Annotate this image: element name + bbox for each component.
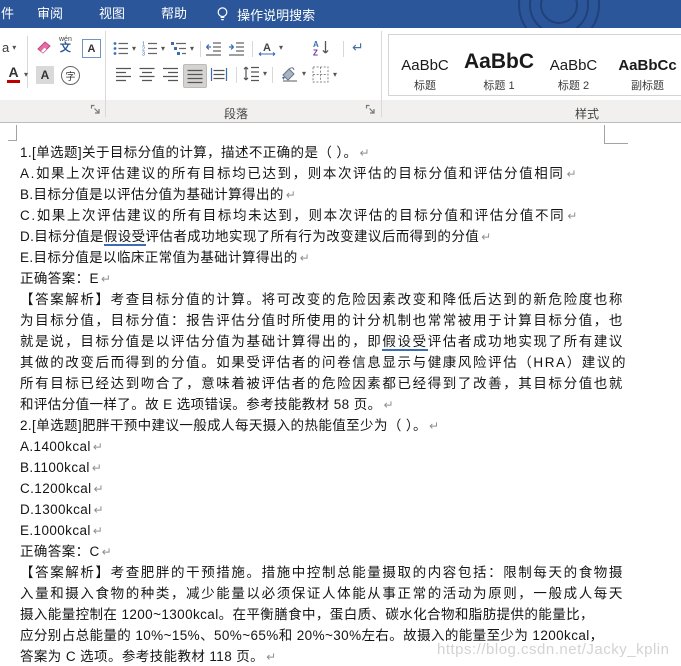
doc-line: 入量和摄入食物的种类，减少能量以必须保证人体能从事正常的活动为原则，一般成人每天 [20, 586, 624, 601]
character-border-button[interactable]: A [82, 39, 101, 58]
bullets-button[interactable]: ▾ [113, 41, 136, 56]
numbered-list-icon: 123 [142, 41, 158, 56]
style-heading[interactable]: AaBbC 标题 [389, 35, 461, 95]
change-case-button[interactable]: a ▾ [2, 40, 16, 55]
multilevel-list-icon [171, 41, 187, 56]
character-shading-button[interactable]: A [36, 66, 54, 84]
decrease-indent-button[interactable] [205, 41, 222, 56]
enclose-characters-icon: 字 [61, 66, 80, 85]
doc-line: B.目标分值是以评估分值为基础计算得出的 ↵ [20, 187, 296, 202]
style-heading-2[interactable]: AaBbC 标题 2 [537, 35, 610, 95]
doc-line: B.1100kcal ↵ [20, 460, 102, 475]
multilevel-list-button[interactable]: ▾ [171, 41, 194, 56]
paragraph-dialog-launcher[interactable] [365, 104, 376, 115]
doc-line: C.1200kcal ↵ [20, 481, 104, 496]
text-boundary-mark [604, 125, 605, 143]
svg-text:3: 3 [142, 52, 145, 56]
justify-icon [187, 69, 203, 84]
borders-icon [312, 66, 329, 83]
tell-me-label: 操作说明搜索 [237, 7, 316, 23]
phonetic-guide-button[interactable]: wén 文 [59, 36, 72, 54]
doc-line: 正确答案：E ↵ [20, 271, 111, 286]
doc-line: 其做的改变后而得到的分值。如果受评估者的问卷信息显示与健康风险评估（HRA）建议… [20, 355, 628, 370]
style-heading-1[interactable]: AaBbC 标题 1 [461, 35, 537, 95]
line-spacing-icon [243, 65, 260, 82]
enclose-characters-button[interactable]: 字 [61, 66, 80, 85]
ribbon: a ▾ wén 文 A A ▾ A 字 ▾ 1 2 3 ▾ ▾ A ▾ A Z … [0, 28, 681, 123]
tab-review[interactable]: 审阅 [25, 0, 75, 28]
styles-gallery: AaBbC 标题 AaBbC 标题 1 AaBbC 标题 2 AaBbCc 副标… [388, 34, 681, 96]
increase-indent-button[interactable] [228, 41, 245, 56]
doc-line: D.目标分值是假设受评估者成功地实现了所有行为改变建议后而得到的分值 ↵ [20, 229, 492, 246]
svg-text:Z: Z [313, 49, 318, 57]
tab-help[interactable]: 帮助 [149, 0, 199, 28]
show-hide-marks-button[interactable]: ↵ [352, 40, 364, 54]
clear-formatting-button[interactable] [34, 38, 54, 56]
align-right-icon [162, 67, 178, 82]
align-left-icon [116, 67, 132, 82]
styles-group-label: 样式 [575, 107, 600, 121]
doc-line: C.如果上次评估建议的所有目标均未达到，则本次评估的目标分值和评估分值不同 ↵ [20, 208, 578, 223]
tab-mailings-partial[interactable]: 件 [0, 0, 18, 28]
increase-indent-icon [228, 41, 245, 56]
paragraph-group-label: 段落 [224, 107, 249, 121]
doc-line: E.1000kcal ↵ [20, 523, 103, 538]
doc-line: 1.[单选题]关于目标分值的计算，描述不正确的是（ ）。 ↵ [20, 145, 370, 160]
csdn-watermark: https://blog.csdn.net/Jacky_kplin [437, 641, 670, 658]
paint-bucket-icon [279, 65, 299, 83]
svg-text:A: A [263, 42, 271, 54]
shading-button[interactable]: ▾ [279, 65, 306, 83]
align-right-button[interactable] [162, 67, 178, 82]
asian-layout-icon: A [258, 39, 276, 56]
doc-line: 就是说，目标分值是以评估分值为基础计算得出的，即假设受评估者成功地实现了所有建议 [20, 334, 625, 351]
tell-me-search[interactable]: 操作说明搜索 [215, 5, 315, 24]
doc-line: A.1400kcal ↵ [20, 439, 103, 454]
align-left-button[interactable] [116, 67, 132, 82]
doc-line: D.1300kcal ↵ [20, 502, 104, 517]
font-dialog-launcher[interactable] [90, 104, 101, 115]
document-text: 1.[单选题]关于目标分值的计算，描述不正确的是（ ）。 ↵ A.如果上次评估建议… [20, 142, 680, 666]
paragraph-mark-icon: ↵ [352, 39, 364, 55]
doc-line: 和评估分值一样了。故 E 选项错误。参考技能教材 58 页。 ↵ [20, 397, 394, 412]
distribute-icon [210, 67, 228, 82]
numbering-button[interactable]: 123 ▾ [142, 41, 165, 56]
word-window: 件 审阅 视图 帮助 操作说明搜索 a ▾ wén 文 A A ▾ A 字 ▾ … [0, 0, 681, 666]
doc-line: 正确答案：C ↵ [20, 544, 112, 559]
asian-layout-button[interactable]: A ▾ [258, 39, 283, 56]
doc-line: 【答案解析】考查肥胖的干预措施。措施中控制总能量摄取的内容包括：限制每天的食物摄 [20, 565, 624, 580]
text-boundary-mark [8, 140, 17, 141]
borders-button[interactable]: ▾ [312, 66, 337, 83]
sort-az-icon: AZ [313, 39, 330, 56]
sort-button[interactable]: AZ [313, 39, 330, 56]
doc-line: 【答案解析】考查目标分值的计算。将可改变的危险因素改变和降低后达到的新危险度也称 [20, 292, 624, 307]
doc-line: A.如果上次评估建议的所有目标均已达到，则本次评估的目标分值和评估分值相同 ↵ [20, 166, 577, 181]
justify-button[interactable] [183, 64, 207, 88]
font-color-button[interactable]: A ▾ [7, 65, 28, 83]
align-center-button[interactable] [139, 67, 155, 82]
doc-line: 所有目标已经达到吻合了，意味着被评估者的危险因素都已经得到了改善，其目标分值也就 [20, 376, 624, 391]
ribbon-tab-bar: 件 审阅 视图 帮助 操作说明搜索 [0, 0, 681, 28]
document-page[interactable]: 1.[单选题]关于目标分值的计算，描述不正确的是（ ）。 ↵ A.如果上次评估建议… [0, 122, 681, 666]
character-border-icon: A [82, 39, 101, 58]
doc-line: 摄入能量控制在 1200~1300kcal。在平衡膳食中，蛋白质、碳水化合物和脂… [20, 607, 594, 622]
style-subtitle[interactable]: AaBbCc 副标题 [610, 35, 681, 95]
doc-line: 2.[单选题]肥胖干预中建议一般成人每天摄入的热能值至少为（ ）。 ↵ [20, 418, 440, 433]
decrease-indent-icon [205, 41, 222, 56]
character-shading-icon: A [36, 66, 54, 84]
lightbulb-icon [215, 6, 230, 23]
distribute-text-button[interactable] [210, 67, 228, 82]
doc-line: E.目标分值是以临床正常值为基础计算得出的 ↵ [20, 250, 310, 265]
phonetic-guide-icon: wén 文 [59, 36, 72, 54]
tab-view[interactable]: 视图 [87, 0, 137, 28]
font-color-icon: A [7, 65, 20, 83]
doc-line: 为目标分值，目标分值：报告评估分值时所使用的计分机制也常常被用于计算目标分值，也 [20, 313, 624, 328]
align-center-icon [139, 67, 155, 82]
text-boundary-mark [16, 125, 17, 140]
line-spacing-button[interactable]: ▾ [243, 65, 267, 82]
bullet-list-icon [113, 41, 129, 56]
eraser-icon [34, 38, 54, 56]
